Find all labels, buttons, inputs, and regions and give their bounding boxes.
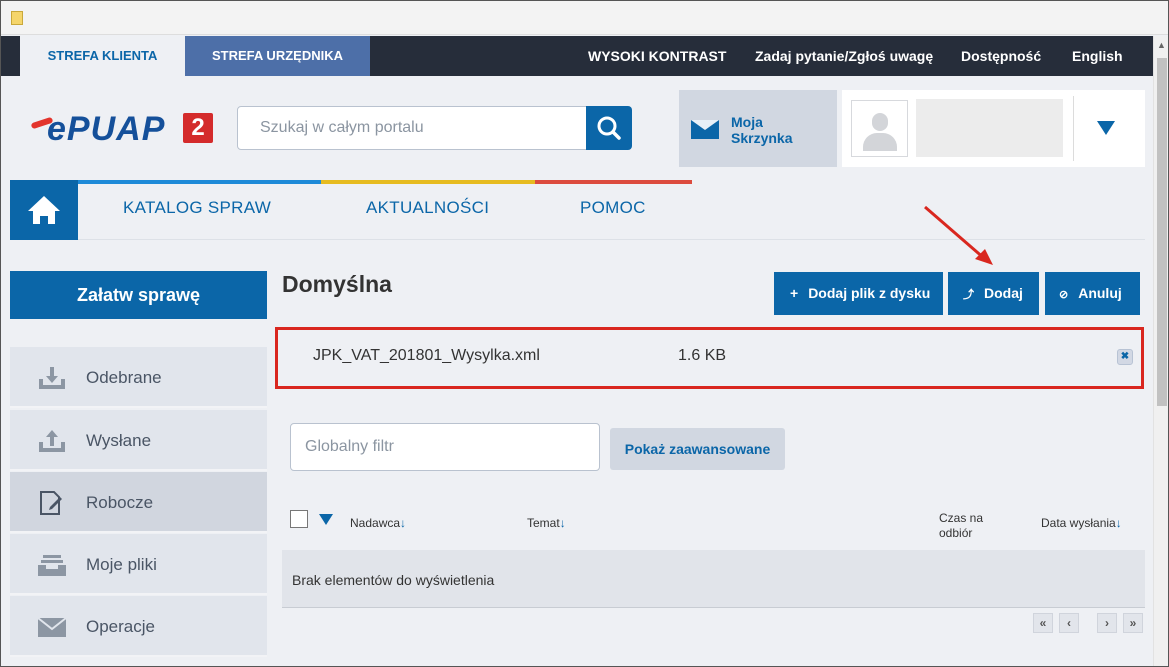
top-bar: STREFA KLIENTA STREFA URZĘDNIKA WYSOKI K… [1, 36, 1153, 76]
column-sender-label: Nadawca [350, 516, 401, 530]
document-icon [11, 11, 23, 25]
handle-case-button[interactable]: Załatw sprawę [10, 271, 267, 319]
nav-news[interactable]: AKTUALNOŚCI [366, 198, 489, 218]
pager-last-button[interactable]: » [1123, 613, 1143, 633]
page-title: Domyślna [282, 271, 392, 297]
user-panel[interactable] [842, 90, 1145, 167]
sidebar-item-drafts[interactable]: Robocze [10, 472, 267, 533]
epuap-logo[interactable]: ePUAP 2 [30, 110, 216, 150]
sidebar-item-label: Odebrane [86, 368, 162, 387]
sidebar-item-received[interactable]: Odebrane [10, 347, 267, 408]
column-sent-date-label: Data wysłania [1041, 516, 1116, 530]
file-size: 1.6 KB [678, 347, 727, 364]
cancel-circle-icon: ⊘ [1059, 289, 1069, 301]
column-time-line1: Czas na [939, 511, 984, 525]
tab-client-zone[interactable]: STREFA KLIENTA [20, 36, 185, 76]
search-input[interactable] [237, 106, 587, 150]
chevron-down-icon[interactable] [319, 514, 333, 525]
envelope-icon [37, 617, 67, 637]
search-icon [597, 116, 621, 140]
mailbox-label: Moja Skrzynka [731, 114, 793, 146]
file-name: JPK_VAT_201801_Wysylka.xml [313, 347, 540, 364]
add-button[interactable]: ⤴ Dodaj [948, 272, 1039, 315]
column-time-line2: odbiór [939, 526, 973, 540]
add-from-disk-button[interactable]: + Dodaj plik z dysku [774, 272, 943, 315]
header: ePUAP 2 Moja Skrzynka [1, 76, 1153, 181]
tab-official-zone[interactable]: STREFA URZĘDNIKA [185, 36, 370, 76]
empty-message: Brak elementów do wyświetlenia [292, 572, 495, 588]
english-link[interactable]: English [1072, 36, 1123, 76]
home-button[interactable] [10, 180, 78, 240]
cancel-label: Anuluj [1078, 285, 1122, 301]
sidebar-item-my-files[interactable]: Moje pliki [10, 534, 267, 595]
outbox-upload-icon [39, 430, 65, 452]
pager-first-button[interactable]: « [1033, 613, 1053, 633]
sidebar-item-label: Operacje [86, 617, 155, 636]
accessibility-link[interactable]: Dostępność [961, 36, 1041, 76]
chevron-down-icon[interactable] [1097, 121, 1115, 135]
inbox-download-icon [39, 367, 65, 389]
column-subject[interactable]: Temat↓ [527, 516, 566, 530]
scrollbar-thumb[interactable] [1157, 58, 1167, 406]
my-mailbox-button[interactable]: Moja Skrzynka [679, 90, 837, 167]
show-advanced-button[interactable]: Pokaż zaawansowane [610, 428, 785, 470]
column-subject-label: Temat [527, 516, 560, 530]
envelope-icon [691, 120, 719, 139]
avatar[interactable] [851, 100, 908, 157]
draft-edit-icon [40, 491, 62, 515]
files-tray-icon [38, 555, 66, 576]
divider [1073, 96, 1074, 161]
avatar-body [863, 133, 897, 151]
pager-prev-button[interactable]: ‹ [1059, 613, 1079, 633]
cancel-button[interactable]: ⊘ Anuluj [1045, 272, 1140, 315]
upload-arrow-icon: ⤴ [963, 289, 974, 301]
window-titlebar [1, 1, 1168, 35]
column-sender[interactable]: Nadawca↓ [350, 516, 406, 530]
empty-table-row: Brak elementów do wyświetlenia [282, 550, 1145, 608]
nav-stripe-blue [78, 180, 321, 184]
column-pickup-time[interactable]: Czas na odbiór [939, 511, 983, 541]
browser-window: ▲ STREFA KLIENTA STREFA URZĘDNIKA WYSOKI… [0, 0, 1169, 667]
scroll-up-icon[interactable]: ▲ [1157, 40, 1166, 50]
red-arrow-annotation [924, 205, 993, 265]
sort-arrow-icon: ↓ [1115, 516, 1122, 530]
column-sent-date[interactable]: Data wysłania↓ [1041, 516, 1122, 530]
nav-stripe-red [535, 180, 692, 184]
ask-question-link[interactable]: Zadaj pytanie/Zgłoś uwagę [755, 36, 933, 76]
vertical-scrollbar[interactable]: ▲ [1153, 36, 1168, 666]
user-name-box [916, 99, 1063, 157]
pager-next-button[interactable]: › [1097, 613, 1117, 633]
logo-text: ePUAP [47, 110, 166, 148]
sidebar-item-label: Robocze [86, 493, 154, 512]
select-all-checkbox[interactable] [290, 510, 308, 528]
file-row-highlight[interactable]: JPK_VAT_201801_Wysylka.xml 1.6 KB ✖ [275, 327, 1144, 389]
remove-file-icon[interactable]: ✖ [1117, 349, 1133, 365]
avatar-head [872, 113, 888, 131]
sort-arrow-icon: ↓ [400, 516, 407, 530]
high-contrast-link[interactable]: WYSOKI KONTRAST [588, 36, 726, 76]
sidebar-item-sent[interactable]: Wysłane [10, 410, 267, 471]
nav-catalog[interactable]: KATALOG SPRAW [123, 198, 271, 218]
add-label: Dodaj [984, 285, 1023, 301]
nav-help[interactable]: POMOC [580, 198, 646, 218]
plus-icon: + [790, 285, 799, 301]
add-from-disk-label: Dodaj plik z dysku [808, 285, 931, 301]
sidebar-item-label: Moje pliki [86, 555, 157, 574]
sidebar-item-operations[interactable]: Operacje [10, 596, 267, 657]
global-filter-input[interactable] [290, 423, 600, 471]
sort-arrow-icon: ↓ [559, 516, 566, 530]
home-icon [28, 196, 60, 224]
search-button[interactable] [586, 106, 632, 150]
nav-stripe-yellow [321, 180, 535, 184]
logo-badge: 2 [183, 113, 213, 143]
sidebar-item-label: Wysłane [86, 431, 152, 450]
